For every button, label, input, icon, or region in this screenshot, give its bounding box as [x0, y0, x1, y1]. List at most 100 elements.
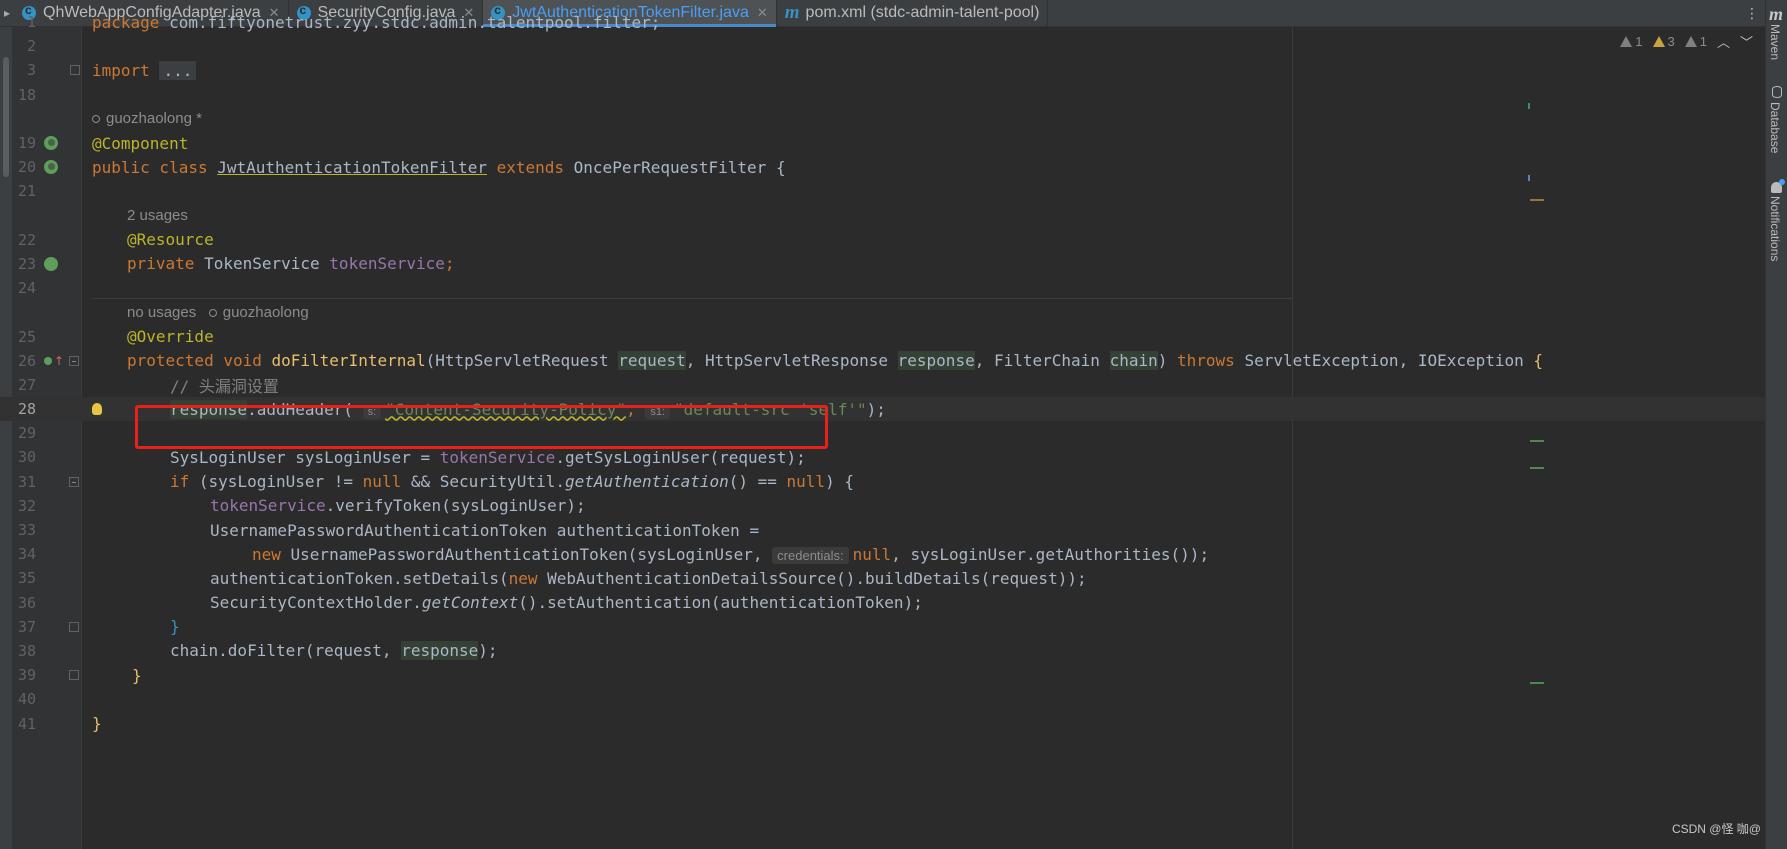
- fold-plus-icon[interactable]: [70, 65, 80, 76]
- line-number: 40: [17, 690, 36, 709]
- fold-minus-icon[interactable]: [69, 355, 79, 366]
- code-text: SysLoginUser sysLoginUser = tokenService…: [170, 447, 806, 467]
- overrides-method-icon[interactable]: [44, 356, 52, 365]
- code-line[interactable]: 26 ↑ protected void doFilterInternal(Htt…: [0, 349, 1765, 373]
- code-text: SecurityContextHolder.getContext().setAu…: [210, 593, 923, 613]
- code-line[interactable]: 30 SysLoginUser sysLoginUser = tokenServ…: [0, 445, 1765, 469]
- line-number: 1: [26, 13, 36, 32]
- code-vision-usages[interactable]: no usages guozhaolong: [0, 300, 1765, 324]
- code-text: new UsernamePasswordAuthenticationToken(…: [252, 544, 1210, 564]
- notifications-tool-button[interactable]: Notifications: [1768, 196, 1782, 261]
- line-number: 38: [17, 641, 36, 660]
- method-separator: [92, 298, 1292, 300]
- code-line[interactable]: 37 }: [0, 615, 1765, 639]
- line-number: 21: [17, 182, 36, 201]
- line-number: 3: [26, 61, 36, 80]
- code-line[interactable]: 1 package com.fiftyonetrust.zyy.stdc.adm…: [0, 10, 1765, 34]
- code-line[interactable]: 40: [0, 687, 1765, 711]
- keyword: import: [92, 60, 150, 80]
- spring-autowired-icon[interactable]: [44, 256, 58, 271]
- highlight-box: [135, 405, 828, 449]
- code-line[interactable]: 23 private TokenService tokenService;: [0, 252, 1765, 276]
- code-line[interactable]: 35 authenticationToken.setDetails(new We…: [0, 566, 1765, 590]
- code-text: package com.fiftyonetrust.zyy.stdc.admin…: [92, 13, 660, 32]
- line-number: 24: [17, 279, 36, 298]
- code-line[interactable]: 31 if (sysLoginUser != null && SecurityU…: [0, 470, 1765, 494]
- line-number: 22: [17, 230, 36, 249]
- watermark: CSDN @怪 咖@: [1671, 822, 1761, 836]
- code-line[interactable]: 41 }: [0, 711, 1765, 735]
- keyword: package: [92, 12, 160, 32]
- code-text: tokenService.verifyToken(sysLoginUser);: [210, 496, 586, 516]
- code-text: private TokenService tokenService;: [127, 254, 455, 274]
- code-text: public class JwtAuthenticationTokenFilte…: [92, 157, 786, 177]
- code-line[interactable]: 39 }: [0, 663, 1765, 687]
- fold-minus-icon[interactable]: [69, 476, 79, 487]
- comment: // 头漏洞设置: [170, 376, 279, 396]
- code-text: UsernamePasswordAuthenticationToken auth…: [210, 520, 760, 540]
- code-line[interactable]: 24: [0, 276, 1765, 300]
- code-line[interactable]: 25 @Override: [0, 324, 1765, 348]
- code-line[interactable]: 22 @Resource: [0, 228, 1765, 252]
- line-number: 37: [17, 617, 36, 636]
- line-number: 26: [17, 351, 36, 370]
- code-text: protected void doFilterInternal(HttpServ…: [127, 351, 1544, 371]
- code-text: }: [92, 714, 102, 734]
- code-line[interactable]: 33 UsernamePasswordAuthenticationToken a…: [0, 518, 1765, 542]
- code-text: chain.doFilter(request, response);: [170, 641, 498, 661]
- code-text: if (sysLoginUser != null && SecurityUtil…: [170, 472, 854, 492]
- line-number: 27: [17, 375, 36, 394]
- code-line[interactable]: 2: [0, 34, 1765, 58]
- lightbulb-icon[interactable]: [92, 403, 102, 416]
- person-icon: [208, 308, 217, 317]
- author-name: guozhaolong: [222, 303, 309, 321]
- code-line[interactable]: 38 chain.doFilter(request, response);: [0, 639, 1765, 663]
- maven-icon[interactable]: m: [1769, 4, 1783, 25]
- fold-end-icon[interactable]: [69, 670, 79, 681]
- line-number: 29: [17, 424, 36, 443]
- code-text: }: [170, 617, 180, 637]
- annotation: @Component: [92, 133, 189, 153]
- line-number: 36: [17, 593, 36, 612]
- code-line[interactable]: 34 new UsernamePasswordAuthenticationTok…: [0, 542, 1765, 566]
- code-text: import ...: [92, 60, 197, 80]
- line-number: 32: [17, 496, 36, 515]
- code-line[interactable]: 21: [0, 179, 1765, 203]
- annotation: @Resource: [127, 230, 214, 250]
- code-line[interactable]: 20 public class JwtAuthenticationTokenFi…: [0, 155, 1765, 179]
- line-number: 35: [17, 569, 36, 588]
- line-number: 33: [17, 521, 36, 540]
- class-name: JwtAuthenticationTokenFilter: [217, 157, 487, 177]
- database-tool-button[interactable]: Database: [1768, 102, 1782, 153]
- code-text: authenticationToken.setDetails(new WebAu…: [210, 568, 1087, 588]
- code-line[interactable]: 19 @Component: [0, 131, 1765, 155]
- spring-bean-icon[interactable]: [44, 136, 58, 151]
- package-name: com.fiftyonetrust.zyy.stdc.admin.talentp…: [159, 12, 661, 32]
- line-number: 39: [17, 666, 36, 685]
- line-number: 28: [17, 400, 36, 419]
- arrow-up-icon: ↑: [54, 353, 65, 368]
- code-line[interactable]: 27 // 头漏洞设置: [0, 373, 1765, 397]
- line-number: 41: [17, 714, 36, 733]
- usages-label: 2 usages: [127, 207, 188, 225]
- code-editor[interactable]: 1 package com.fiftyonetrust.zyy.stdc.adm…: [0, 13, 1765, 736]
- code-line[interactable]: 3 import ...: [0, 58, 1765, 82]
- maven-tool-button[interactable]: Maven: [1768, 24, 1782, 60]
- code-vision-author[interactable]: guozhaolong *: [0, 107, 1765, 131]
- line-number: 34: [17, 545, 36, 564]
- code-vision-usages[interactable]: 2 usages: [0, 204, 1765, 228]
- code-line[interactable]: 18: [0, 83, 1765, 107]
- line-number: 23: [17, 254, 36, 273]
- code-line[interactable]: 32 tokenService.verifyToken(sysLoginUser…: [0, 494, 1765, 518]
- author-name: guozhaolong *: [106, 110, 202, 128]
- method-name: doFilterInternal: [271, 351, 426, 371]
- code-line[interactable]: 36 SecurityContextHolder.getContext().se…: [0, 591, 1765, 615]
- person-icon: [92, 115, 100, 124]
- line-number: 31: [17, 472, 36, 491]
- line-number: 2: [26, 37, 36, 56]
- folded-imports[interactable]: ...: [159, 60, 197, 80]
- line-number: 20: [17, 158, 36, 177]
- spring-bean-icon[interactable]: [44, 160, 58, 175]
- line-number: 30: [17, 448, 36, 467]
- fold-end-icon[interactable]: [69, 621, 79, 632]
